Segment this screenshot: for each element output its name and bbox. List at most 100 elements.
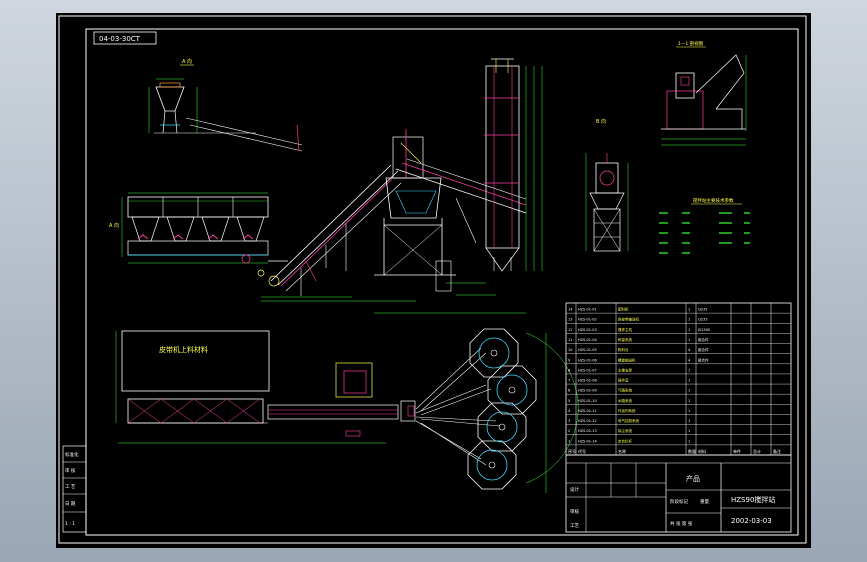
parts-row-index: 7 xyxy=(568,379,570,383)
parts-row-qty: 1 xyxy=(688,439,690,443)
spec-table: 搅拌站主要技术参数 xyxy=(659,197,750,254)
parts-row-note: JS1500 xyxy=(697,328,710,332)
parts-row-index: 4 xyxy=(568,409,571,413)
parts-list: 14 HZS-01-01 配料机 1 Q23513 HZS-01-02 斜皮带输送机 1 Q23… xyxy=(565,302,792,456)
parts-row-name: 水路系统 xyxy=(618,398,632,403)
plan-area-label: 皮带机上料材料 xyxy=(159,345,208,354)
parts-row-code: HZS-01-04 xyxy=(578,338,597,342)
parts-row-code: HZS-01-13 xyxy=(578,429,597,433)
aggregate-batcher: A 向 xyxy=(109,192,288,277)
parts-row-index: 6 xyxy=(568,389,570,393)
parts-row-qty: 1 xyxy=(688,368,690,372)
side-table: 标准化 审 核 工 艺 日 期 1 : 1 xyxy=(62,445,87,533)
parts-row-code: HZS-01-06 xyxy=(578,358,597,362)
parts-row-index: 9 xyxy=(568,358,570,362)
parts-row-name: 粉料仓 xyxy=(618,347,629,352)
parts-row-name: 气路系统 xyxy=(618,388,632,393)
cad-viewport[interactable]: 04-03-30CT 标准化 审 核 工 艺 日 期 1 : 1 A 向 A 向 xyxy=(0,0,867,562)
parts-header-cell: 单件 xyxy=(733,448,741,454)
inner-frame xyxy=(85,28,799,536)
parts-row-code: HZS-01-03 xyxy=(578,328,597,332)
tower-front-view: B 向 xyxy=(585,118,629,252)
parts-row-note: 组合件 xyxy=(698,337,709,342)
parts-row-name: 斜皮带输送机 xyxy=(618,317,639,322)
side-table-row: 审 核 xyxy=(65,467,76,474)
cement-silo xyxy=(484,58,543,272)
audit-label: 审核 xyxy=(570,508,579,515)
parts-row-note: 组合件 xyxy=(698,347,709,352)
side-table-row: 标准化 xyxy=(65,451,79,458)
hopper-view: A 向 xyxy=(148,58,303,152)
unit-label: 产品 xyxy=(686,474,700,483)
parts-header-cell: 数量 xyxy=(688,448,696,454)
parts-row-name: 配料机 xyxy=(618,307,629,312)
parts-row-name: 称量系统 xyxy=(618,337,632,342)
parts-row-code: HZS-01-12 xyxy=(578,419,597,423)
section-view: 1—1 剖视图 xyxy=(661,40,747,146)
parts-row-qty: 1 xyxy=(688,409,690,413)
parts-row-index: 12 xyxy=(568,328,572,332)
parts-row-name: 操作室 xyxy=(618,378,629,383)
parts-row-index: 11 xyxy=(568,338,572,342)
cad-drawing: 04-03-30CT 标准化 审 核 工 艺 日 期 1 : 1 A 向 A 向 xyxy=(58,15,807,544)
stage-label: 阶段标记 xyxy=(670,498,688,505)
inclined-belt-conveyor xyxy=(261,164,416,302)
parts-header-cell: 代号 xyxy=(578,448,586,454)
weight-label: 重量 xyxy=(700,498,709,505)
parts-row-code: HZS-01-01 xyxy=(578,308,597,312)
parts-row-qty: 4 xyxy=(688,358,691,362)
parts-header-cell: 总计 xyxy=(753,448,761,454)
side-table-row: 日 期 xyxy=(65,501,76,507)
product-name: HZS90搅拌站 xyxy=(731,495,775,504)
plan-view: 皮带机上料材料 xyxy=(115,330,416,444)
parts-row-index: 3 xyxy=(568,419,570,423)
parts-row-code: HZS-01-05 xyxy=(578,348,597,352)
view-label-section: 1—1 剖视图 xyxy=(678,40,704,47)
parts-row-name: 外加剂系统 xyxy=(618,408,636,413)
parts-row-code: HZS-01-09 xyxy=(578,389,597,393)
parts-row-index: 13 xyxy=(568,318,572,322)
parts-row-name: 除尘系统 xyxy=(618,428,632,433)
code-tag: 04-03-30CT xyxy=(99,35,141,43)
parts-row-qty: 1 xyxy=(688,338,690,342)
parts-row-note: 组合件 xyxy=(698,357,709,362)
parts-row-code: HZS-01-10 xyxy=(578,399,597,403)
parts-row-note: Q235 xyxy=(698,318,707,322)
side-table-row: 1 : 1 xyxy=(65,521,75,527)
parts-row-qty: 4 xyxy=(688,348,691,352)
parts-row-index: 8 xyxy=(568,368,570,372)
view-label-a: A 向 xyxy=(182,58,192,65)
parts-row-note: Q235 xyxy=(698,308,707,312)
parts-row-index: 5 xyxy=(568,399,570,403)
mixing-tower xyxy=(374,129,527,314)
parts-row-name: 搅拌主机 xyxy=(618,327,632,332)
parts-header-cell: 材料 xyxy=(698,448,706,454)
parts-row-qty: 1 xyxy=(688,308,690,312)
view-label-a2: A 向 xyxy=(109,222,119,229)
parts-row-code: HZS-01-02 xyxy=(578,318,597,322)
parts-header-cell: 序号 xyxy=(568,448,576,454)
radial-silos xyxy=(415,328,579,493)
audit-label: 工艺 xyxy=(570,523,579,529)
parts-row-code: HZS-01-11 xyxy=(578,409,597,413)
parts-row-index: 2 xyxy=(568,429,570,433)
parts-row-qty: 1 xyxy=(688,318,690,322)
parts-row-index: 1 xyxy=(568,439,570,443)
parts-header-cell: 备注 xyxy=(773,448,781,454)
parts-row-code: HZS-01-08 xyxy=(578,379,597,383)
parts-row-index: 10 xyxy=(568,348,572,352)
side-table-row: 工 艺 xyxy=(65,484,76,490)
parts-row-name: 螺旋输送机 xyxy=(618,357,636,362)
parts-row-code: HZS-01-07 xyxy=(578,368,597,372)
parts-row-qty: 1 xyxy=(688,389,690,393)
parts-row-index: 14 xyxy=(568,308,573,312)
parts-row-qty: 1 xyxy=(688,419,690,423)
parts-row-qty: 1 xyxy=(688,399,690,403)
design-label: 设计 xyxy=(570,486,579,493)
parts-row-name: 走台栏杆 xyxy=(618,438,632,443)
date-code: 2002-03-03 xyxy=(731,517,772,525)
parts-row-name: 电气控制系统 xyxy=(618,418,639,423)
sheet-info: 共 张 第 张 xyxy=(670,520,693,527)
parts-row-qty: 1 xyxy=(688,379,690,383)
parts-row-code: HZS-01-14 xyxy=(578,439,597,443)
